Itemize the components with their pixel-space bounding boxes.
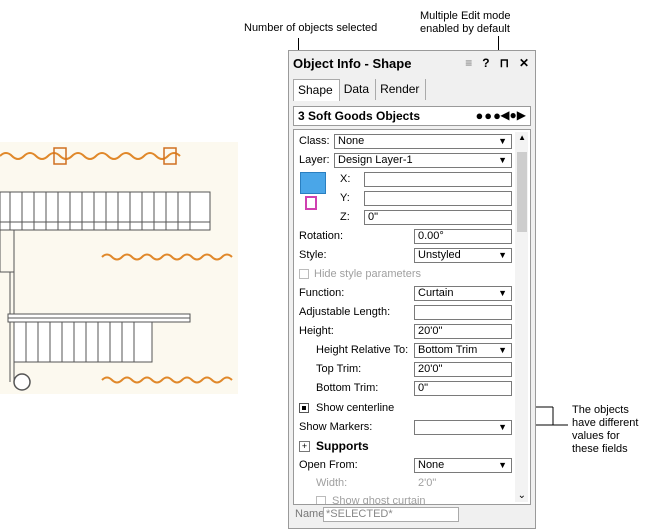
class-label: Class: [299, 135, 330, 147]
drawing-area[interactable] [0, 142, 238, 394]
help-icon[interactable]: ? [482, 56, 489, 70]
chevron-down-icon: ▼ [498, 250, 507, 260]
layer-value: Design Layer-1 [338, 154, 413, 166]
scrollbar-thumb[interactable] [517, 152, 527, 232]
function-label: Function: [299, 287, 345, 299]
z-label: Z: [340, 211, 350, 223]
rotation-label: Rotation: [299, 230, 344, 242]
multi-edit-icon[interactable]: ●●● [475, 108, 502, 123]
stage-edge-icon [0, 229, 15, 382]
chevron-down-icon: ▼ [498, 345, 507, 355]
callout-diff-line4: these fields [572, 443, 628, 455]
name-field[interactable]: *SELECTED* [323, 507, 459, 522]
marker-right-icon [163, 147, 177, 165]
callout-diff-line2: have different [572, 417, 639, 429]
bottom-trim-label: Bottom Trim: [316, 382, 379, 394]
layer-dropdown[interactable]: Design Layer-1 ▼ [334, 153, 512, 168]
height-field[interactable]: 20'0" [414, 324, 512, 339]
style-value: Unstyled [418, 249, 461, 261]
position-3d-icon[interactable] [300, 172, 326, 194]
scroll-down-icon[interactable]: ⌄ [518, 490, 526, 501]
chevron-down-icon: ▼ [498, 288, 507, 298]
y-field[interactable] [364, 191, 512, 206]
position-plane-icon[interactable] [305, 196, 317, 210]
show-centerline-label: Show centerline [316, 402, 395, 414]
x-field[interactable] [364, 172, 512, 187]
chevron-down-icon: ▼ [498, 136, 507, 146]
tab-data[interactable]: Data [340, 79, 377, 100]
curtain-bottom-icon [101, 376, 233, 384]
curtain-top-icon [0, 152, 181, 160]
seat-rows-upper-icon [0, 191, 211, 231]
adj-length-label: Adjustable Length: [299, 306, 391, 318]
width-value: 2'0" [418, 477, 437, 489]
ghost-curtain-label: Show ghost curtain [332, 495, 426, 505]
height-rel-dropdown[interactable]: Bottom Trim ▼ [414, 343, 512, 358]
wheel-icon [13, 373, 31, 391]
show-markers-label: Show Markers: [299, 421, 373, 433]
show-markers-dropdown[interactable]: ▼ [414, 420, 512, 435]
object-nav-icons: ◀●▶ [500, 108, 526, 122]
prev-object-icon[interactable]: ◀ [500, 108, 509, 122]
next-object-icon[interactable]: ▶ [517, 108, 526, 122]
palette-titlebar[interactable]: Object Info - Shape ≡ ? ⊓ ✕ [289, 51, 535, 77]
callout-multi-edit-line2: enabled by default [420, 23, 510, 35]
top-trim-field[interactable]: 20'0" [414, 362, 512, 377]
shape-panel: Class: None ▼ Layer: Design Layer-1 ▼ X: Y… [293, 129, 531, 505]
supports-label[interactable]: Supports [316, 439, 369, 453]
object-info-palette: Object Info - Shape ≡ ? ⊓ ✕ Shape Data R… [288, 50, 536, 529]
x-label: X: [340, 173, 351, 185]
show-centerline-checkbox[interactable] [299, 403, 309, 413]
curtain-middle-icon [101, 253, 233, 261]
height-rel-label: Height Relative To: [316, 344, 409, 356]
hide-style-label: Hide style parameters [314, 268, 421, 280]
open-from-dropdown[interactable]: None ▼ [414, 458, 512, 473]
callout-object-count: Number of objects selected [244, 22, 378, 34]
pin-icon[interactable]: ⊓ [500, 56, 509, 70]
y-label: Y: [340, 192, 350, 204]
function-value: Curtain [418, 287, 454, 299]
top-trim-label: Top Trim: [316, 363, 362, 375]
selection-bar: 3 Soft Goods Objects ●●● ◀●▶ [293, 106, 531, 126]
seat-rows-lower-icon [7, 313, 191, 363]
tab-render[interactable]: Render [376, 79, 427, 100]
class-value: None [338, 135, 365, 147]
height-rel-value: Bottom Trim [418, 344, 478, 356]
tab-shape[interactable]: Shape [293, 79, 340, 101]
palette-tabs: Shape Data Render [293, 79, 427, 101]
close-icon[interactable]: ✕ [519, 56, 529, 70]
palette-title-icons: ≡ ? ⊓ ✕ [465, 56, 529, 70]
chevron-down-icon: ▼ [498, 422, 507, 432]
height-label: Height: [299, 325, 334, 337]
callout-diff-line3: values for [572, 430, 620, 442]
callout-diff-line1: The objects [572, 404, 629, 416]
chevron-down-icon: ▼ [498, 155, 507, 165]
all-objects-icon[interactable]: ● [510, 108, 517, 122]
chevron-down-icon: ▼ [498, 460, 507, 470]
hide-style-checkbox[interactable] [299, 269, 309, 279]
menu-icon[interactable]: ≡ [465, 56, 472, 70]
ghost-curtain-checkbox[interactable] [316, 496, 326, 504]
adj-length-field[interactable] [414, 305, 512, 320]
open-from-label: Open From: [299, 459, 358, 471]
style-label: Style: [299, 249, 327, 261]
callout-multi-edit: Multiple Edit mode enabled by default [420, 10, 511, 36]
z-field[interactable]: 0" [364, 210, 512, 225]
bottom-trim-field[interactable]: 0" [414, 381, 512, 396]
selection-title: 3 Soft Goods Objects [298, 109, 421, 123]
open-from-value: None [418, 459, 445, 471]
name-bar: Name: *SELECTED* [293, 506, 531, 524]
drawing-canvas [0, 147, 233, 391]
scroll-up-icon[interactable]: ▲ [518, 133, 526, 142]
rotation-field[interactable]: 0.00° [414, 229, 512, 244]
style-dropdown[interactable]: Unstyled ▼ [414, 248, 512, 263]
width-label: Width: [316, 477, 348, 489]
callout-multi-edit-line1: Multiple Edit mode [420, 10, 511, 22]
palette-title: Object Info - Shape [293, 56, 412, 71]
layer-label: Layer: [299, 154, 330, 166]
expand-icon[interactable]: + [299, 441, 310, 452]
class-dropdown[interactable]: None ▼ [334, 134, 512, 149]
function-dropdown[interactable]: Curtain ▼ [414, 286, 512, 301]
callout-different-values: The objects have different values for th… [572, 404, 638, 456]
